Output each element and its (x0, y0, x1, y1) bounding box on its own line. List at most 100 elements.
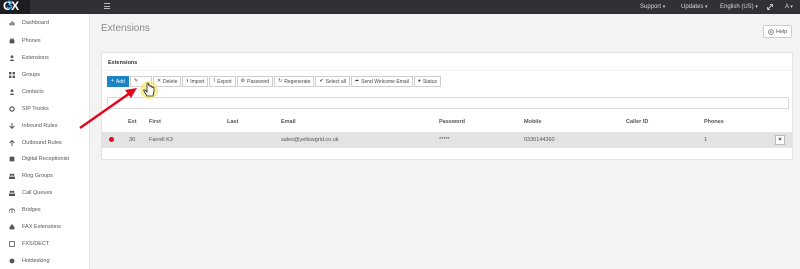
select-all-label: Select all (325, 78, 346, 85)
import-button[interactable]: ⭳ Import (182, 76, 209, 87)
sidebar-item-extensions[interactable]: Extensions (0, 50, 90, 66)
column-header-password[interactable]: Password (439, 119, 465, 125)
sidebar-item-label: Phones (22, 38, 41, 44)
user-icon (9, 55, 15, 61)
sidebar-item-fax-extensions[interactable]: FAX Extensions (0, 219, 90, 235)
password-label: Password (247, 78, 270, 85)
status-indicator (109, 137, 114, 142)
column-header-mobile[interactable]: Mobile (524, 119, 541, 125)
page-title: Extensions (101, 23, 150, 34)
sidebar-item-sip-trunks[interactable]: SIP Trunks (0, 101, 90, 117)
sidebar-item-label: Call Queues (22, 190, 53, 196)
password-icon: ⚙ (240, 78, 246, 84)
cell-email: sales@yellowgrid.co.uk (281, 137, 339, 143)
column-header-caller-id[interactable]: Caller ID (626, 119, 648, 125)
sidebar-item-label: Contacts (22, 89, 44, 95)
export-icon: ⭱ (213, 78, 216, 84)
regenerate-label: Regenerate (284, 78, 311, 85)
bar-chart-icon (9, 20, 15, 26)
edit-icon: ✎ (133, 78, 139, 84)
updates-menu[interactable]: Updates ▾ (681, 0, 708, 14)
help-icon (768, 28, 774, 35)
grid-icon (9, 72, 15, 78)
plus-icon: + (111, 78, 114, 84)
sidebar-item-phones[interactable]: Phones (0, 33, 90, 49)
help-label: Help (775, 28, 788, 35)
status-button[interactable]: ● Status (413, 76, 442, 87)
sidebar-item-inbound-rules[interactable]: Inbound Rules (0, 118, 90, 134)
sidebar-item-outbound-rules[interactable]: Outbound Rules (0, 135, 90, 151)
sidebar-item-label: Hotdesking (22, 258, 50, 264)
table-row[interactable]: 30 Farrell K3 sales@yellowgrid.co.uk ***… (102, 132, 792, 148)
group-icon (9, 173, 15, 179)
cell-mobile: 0330144360 (524, 137, 555, 143)
sidebar-item-label: Ring Groups (22, 173, 53, 179)
user-menu[interactable]: A ▾ (785, 0, 793, 14)
add-button[interactable]: + Add (107, 76, 129, 87)
fax-icon (9, 224, 15, 230)
updates-label: Updates (681, 4, 704, 10)
sidebar-item-label: Digital Receptionist (22, 156, 70, 162)
column-header-first[interactable]: First (149, 119, 161, 125)
sidebar-item-label: Dashboard (22, 20, 49, 26)
sidebar-item-label: Bridges (22, 207, 41, 213)
logo-three: 3 (6, 0, 13, 12)
import-label: Import (190, 78, 205, 85)
arrow-up-icon (9, 140, 15, 146)
caret-down-icon: ▾ (662, 4, 666, 10)
sidebar-item-call-queues[interactable]: Call Queues (0, 185, 90, 201)
table-header: Ext First Last Email Password Mobile Cal… (102, 115, 792, 131)
cell-first: Farrell K3 (149, 137, 173, 143)
delete-label: Delete (163, 78, 178, 85)
select-all-button[interactable]: ✔ Select all (315, 76, 350, 87)
sidebar-item-label: FAX Extensions (22, 224, 61, 230)
add-label: Add (115, 78, 125, 85)
export-label: Export (217, 78, 232, 85)
send-welcome-email-button[interactable]: ➦ Send Welcome Email (350, 76, 413, 87)
column-header-phones[interactable]: Phones (704, 119, 724, 125)
bridge-icon (9, 207, 15, 213)
queue-icon (9, 190, 15, 196)
user-label: A (785, 4, 789, 10)
sidebar-item-label: FXS/DECT (22, 241, 50, 247)
phone-icon (9, 38, 15, 44)
password-button[interactable]: ⚙ Password (236, 76, 274, 87)
sidebar-item-ring-groups[interactable]: Ring Groups (0, 168, 90, 184)
caret-down-icon: ▾ (705, 4, 708, 10)
menu-icon[interactable] (104, 3, 110, 9)
column-header-ext[interactable]: Ext (128, 119, 137, 125)
sidebar-item-groups[interactable]: Groups (0, 67, 90, 83)
language-menu[interactable]: English (US) ▾ (720, 0, 758, 14)
sidebar-item-dashboard[interactable]: Dashboard (0, 15, 90, 31)
status-icon: ● (417, 78, 421, 84)
sidebar: Dashboard Phones Extensions Groups Conta… (0, 14, 90, 269)
sidebar-item-hotdesking[interactable]: Hotdesking (0, 253, 90, 269)
language-label: English (US) (720, 4, 754, 10)
logo[interactable]: 3 CX (0, 0, 30, 14)
help-button[interactable]: Help (763, 25, 792, 38)
close-icon[interactable]: × (775, 135, 785, 145)
panel-title: Extensions (108, 60, 138, 66)
regenerate-button[interactable]: ↻ Regenerate (274, 76, 315, 87)
logo-text: 3 CX (3, 0, 19, 13)
contact-icon (9, 89, 15, 95)
sidebar-item-label: Groups (22, 72, 41, 78)
column-header-last[interactable]: Last (227, 119, 238, 125)
sidebar-item-label: SIP Trunks (22, 106, 49, 112)
caret-down-icon: ▾ (755, 4, 758, 10)
cell-password: ***** (439, 137, 450, 143)
sidebar-item-label: Outbound Rules (22, 140, 62, 146)
hotdesk-icon (9, 258, 15, 264)
sidebar-item-digital-receptionist[interactable]: Digital Receptionist (0, 151, 90, 167)
arrow-down-icon (9, 123, 15, 129)
sidebar-item-fxs-dect[interactable]: FXS/DECT (0, 236, 90, 252)
support-menu[interactable]: Support ▾ (640, 0, 665, 14)
send-welcome-email-label: Send Welcome Email (361, 78, 409, 85)
fxs-icon (9, 241, 15, 247)
export-button[interactable]: ⭱ Export (209, 76, 236, 87)
fullscreen-icon[interactable] (767, 0, 773, 14)
sidebar-item-bridges[interactable]: Bridges (0, 202, 90, 218)
sidebar-item-contacts[interactable]: Contacts (0, 84, 90, 100)
search-input[interactable] (107, 97, 789, 109)
column-header-email[interactable]: Email (281, 119, 296, 125)
